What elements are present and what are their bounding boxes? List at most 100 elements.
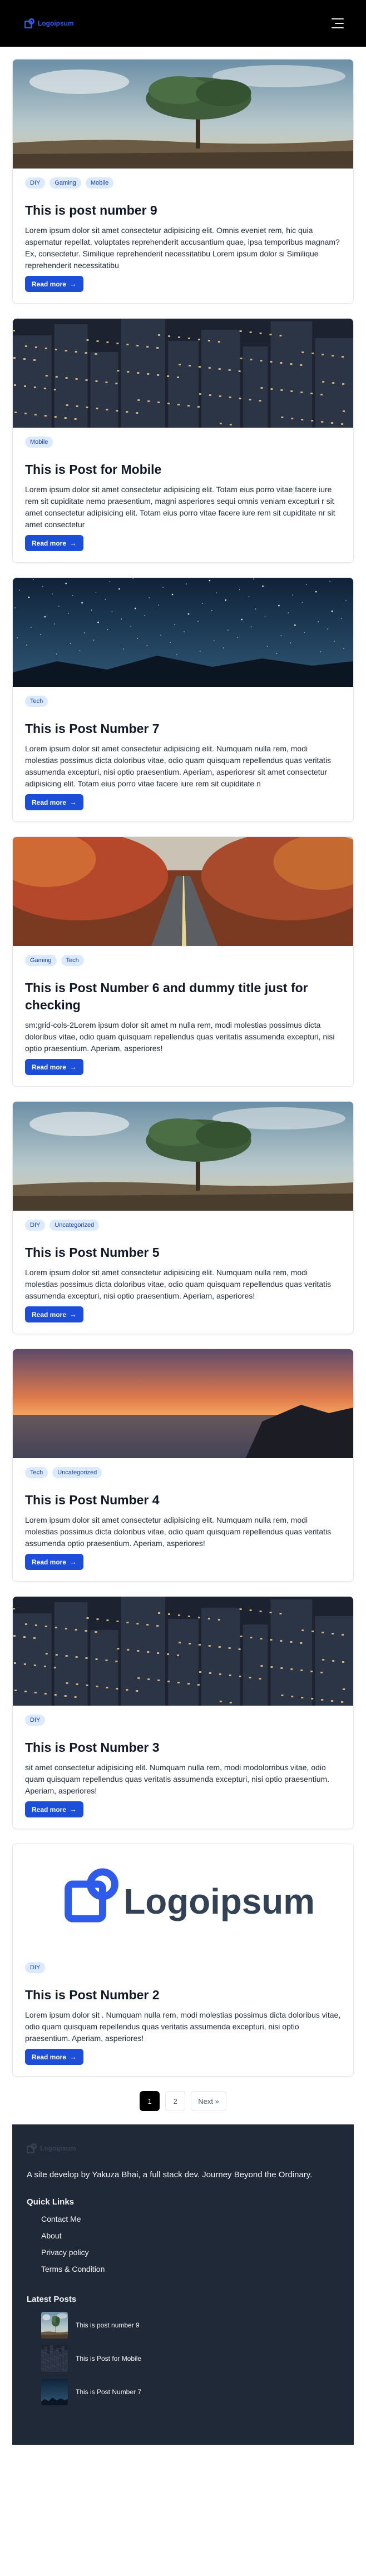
arrow-right-icon: → — [70, 280, 77, 288]
post-title[interactable]: This is Post Number 6 and dummy title ju… — [25, 979, 341, 1014]
latest-post-item[interactable]: This is Post for Mobile — [41, 2345, 339, 2372]
post-excerpt: Lorem ipsum dolor sit amet consectetur a… — [25, 744, 332, 788]
tag-badge[interactable]: Tech — [25, 696, 48, 707]
arrow-right-icon: → — [70, 1805, 77, 1814]
site-logo[interactable]: Logoipsum — [24, 18, 74, 28]
post-image[interactable] — [13, 578, 353, 687]
quick-links-heading: Quick Links — [27, 2197, 75, 2207]
read-more-button[interactable]: Read more → — [25, 1306, 84, 1322]
read-more-button[interactable]: Read more → — [25, 1801, 84, 1817]
footer-logo[interactable]: Logoipsum — [27, 2143, 339, 2153]
footer-link[interactable]: About — [41, 2231, 339, 2240]
latest-posts-list: This is post number 9 This is Post for M… — [27, 2312, 339, 2405]
post-title[interactable]: This is Post Number 7 — [25, 720, 341, 737]
post-excerpt: Lorem ipsum dolor sit amet consectetur a… — [25, 1268, 332, 1300]
tag-badge[interactable]: Uncategorized — [52, 1467, 102, 1478]
post-image[interactable] — [13, 1349, 353, 1458]
tag-badge[interactable]: Mobile — [25, 437, 53, 448]
post-title[interactable]: This is post number 9 — [25, 202, 341, 219]
read-more-button[interactable]: Read more → — [25, 794, 84, 810]
post-image[interactable] — [13, 60, 353, 169]
read-more-button[interactable]: Read more → — [25, 2049, 84, 2065]
page-2-button[interactable]: 2 — [165, 2091, 186, 2111]
post-card: Logoipsum DIY This is Post Number 2 Lore… — [12, 1844, 354, 2077]
latest-post-title: This is Post Number 7 — [76, 2388, 142, 2396]
tag-badge[interactable]: DIY — [25, 1715, 46, 1726]
arrow-right-icon: → — [70, 1310, 77, 1319]
footer-link[interactable]: Privacy policy — [41, 2248, 339, 2257]
tag-badge[interactable]: Tech — [25, 1467, 48, 1478]
post-tags: Tech — [25, 696, 341, 707]
tag-badge[interactable]: DIY — [25, 1962, 46, 1973]
read-more-label: Read more — [32, 2053, 67, 2061]
footer-tagline: A site develop by Yakuza Bhai, a full st… — [27, 2170, 313, 2179]
post-card: Tech Uncategorized This is Post Number 4 … — [12, 1349, 354, 1582]
latest-post-item[interactable]: This is post number 9 — [41, 2312, 339, 2339]
menu-icon[interactable] — [332, 18, 344, 28]
read-more-label: Read more — [32, 1558, 67, 1566]
logo-icon — [27, 2143, 37, 2153]
post-image[interactable] — [13, 1597, 353, 1706]
post-image[interactable]: Logoipsum — [13, 1844, 353, 1953]
post-tags: DIY — [25, 1715, 341, 1726]
read-more-label: Read more — [32, 280, 67, 288]
tag-badge[interactable]: Mobile — [85, 177, 114, 189]
latest-posts-heading: Latest Posts — [27, 2295, 77, 2304]
footer-logo-text: Logoipsum — [40, 2144, 76, 2152]
tag-badge[interactable]: Tech — [61, 955, 84, 966]
post-tags: Tech Uncategorized — [25, 1467, 341, 1478]
svg-text:Logoipsum: Logoipsum — [123, 1881, 315, 1921]
post-title[interactable]: This is Post Number 3 — [25, 1739, 341, 1756]
post-card: Gaming Tech This is Post Number 6 and dum… — [12, 836, 354, 1087]
read-more-button[interactable]: Read more → — [25, 1059, 84, 1075]
read-more-button[interactable]: Read more → — [25, 1554, 84, 1570]
post-image[interactable] — [13, 837, 353, 946]
post-list: DIY Gaming Mobile This is post number 9 Lo… — [0, 47, 366, 2077]
tag-badge[interactable]: DIY — [25, 1220, 46, 1231]
tag-badge[interactable]: DIY — [25, 177, 46, 189]
post-image[interactable] — [13, 319, 353, 428]
post-excerpt: Lorem ipsum dolor sit amet consectetur a… — [25, 485, 335, 529]
post-title[interactable]: This is Post Number 4 — [25, 1492, 341, 1509]
arrow-right-icon: → — [70, 539, 77, 547]
page-1-button[interactable]: 1 — [140, 2091, 160, 2111]
tag-badge[interactable]: Gaming — [25, 955, 57, 966]
post-tags: Mobile — [25, 437, 341, 448]
footer-link[interactable]: Contact Me — [41, 2215, 339, 2223]
tag-badge[interactable]: Gaming — [50, 177, 81, 189]
quick-links-list: Contact Me About Privacy policy Terms & Con… — [27, 2215, 339, 2273]
arrow-right-icon: → — [70, 2053, 77, 2061]
post-card: DIY Uncategorized This is Post Number 5 L… — [12, 1101, 354, 1334]
post-card: DIY This is Post Number 3 sit amet conse… — [12, 1596, 354, 1829]
latest-post-thumbnail — [41, 2379, 68, 2405]
read-more-button[interactable]: Read more → — [25, 535, 84, 551]
post-image[interactable] — [13, 1102, 353, 1211]
post-card: Tech This is Post Number 7 Lorem ipsum d… — [12, 577, 354, 822]
post-excerpt: Lorem ipsum dolor sit amet consectetur a… — [25, 1515, 332, 1548]
site-header: Logoipsum — [0, 0, 366, 47]
read-more-label: Read more — [32, 539, 67, 547]
post-excerpt: Lorem ipsum dolor sit . Numquam nulla re… — [25, 2010, 341, 2043]
post-title[interactable]: This is Post for Mobile — [25, 461, 341, 478]
arrow-right-icon: → — [70, 1558, 77, 1566]
read-more-label: Read more — [32, 1805, 67, 1814]
arrow-right-icon: → — [70, 1063, 77, 1071]
arrow-right-icon: → — [70, 798, 77, 806]
post-excerpt: sit amet consectetur adipisicing elit. N… — [25, 1763, 330, 1795]
post-tags: DIY — [25, 1962, 341, 1973]
latest-post-thumbnail — [41, 2312, 68, 2339]
tag-badge[interactable]: Uncategorized — [50, 1220, 100, 1231]
latest-post-item[interactable]: This is Post Number 7 — [41, 2379, 339, 2405]
post-excerpt: Lorem ipsum dolor sit amet consectetur a… — [25, 226, 340, 270]
footer-link[interactable]: Terms & Condition — [41, 2265, 339, 2273]
latest-post-title: This is Post for Mobile — [76, 2355, 142, 2362]
logo-text: Logoipsum — [38, 19, 74, 27]
next-page-button[interactable]: Next » — [191, 2091, 226, 2111]
post-excerpt: sm:grid-cols-2Lorem ipsum dolor sit amet… — [25, 1021, 335, 1053]
read-more-button[interactable]: Read more → — [25, 276, 84, 292]
post-title[interactable]: This is Post Number 2 — [25, 1987, 341, 2004]
post-title[interactable]: This is Post Number 5 — [25, 1244, 341, 1261]
post-card: Mobile This is Post for Mobile Lorem ips… — [12, 318, 354, 563]
post-card: DIY Gaming Mobile This is post number 9 Lo… — [12, 59, 354, 304]
read-more-label: Read more — [32, 1310, 67, 1319]
